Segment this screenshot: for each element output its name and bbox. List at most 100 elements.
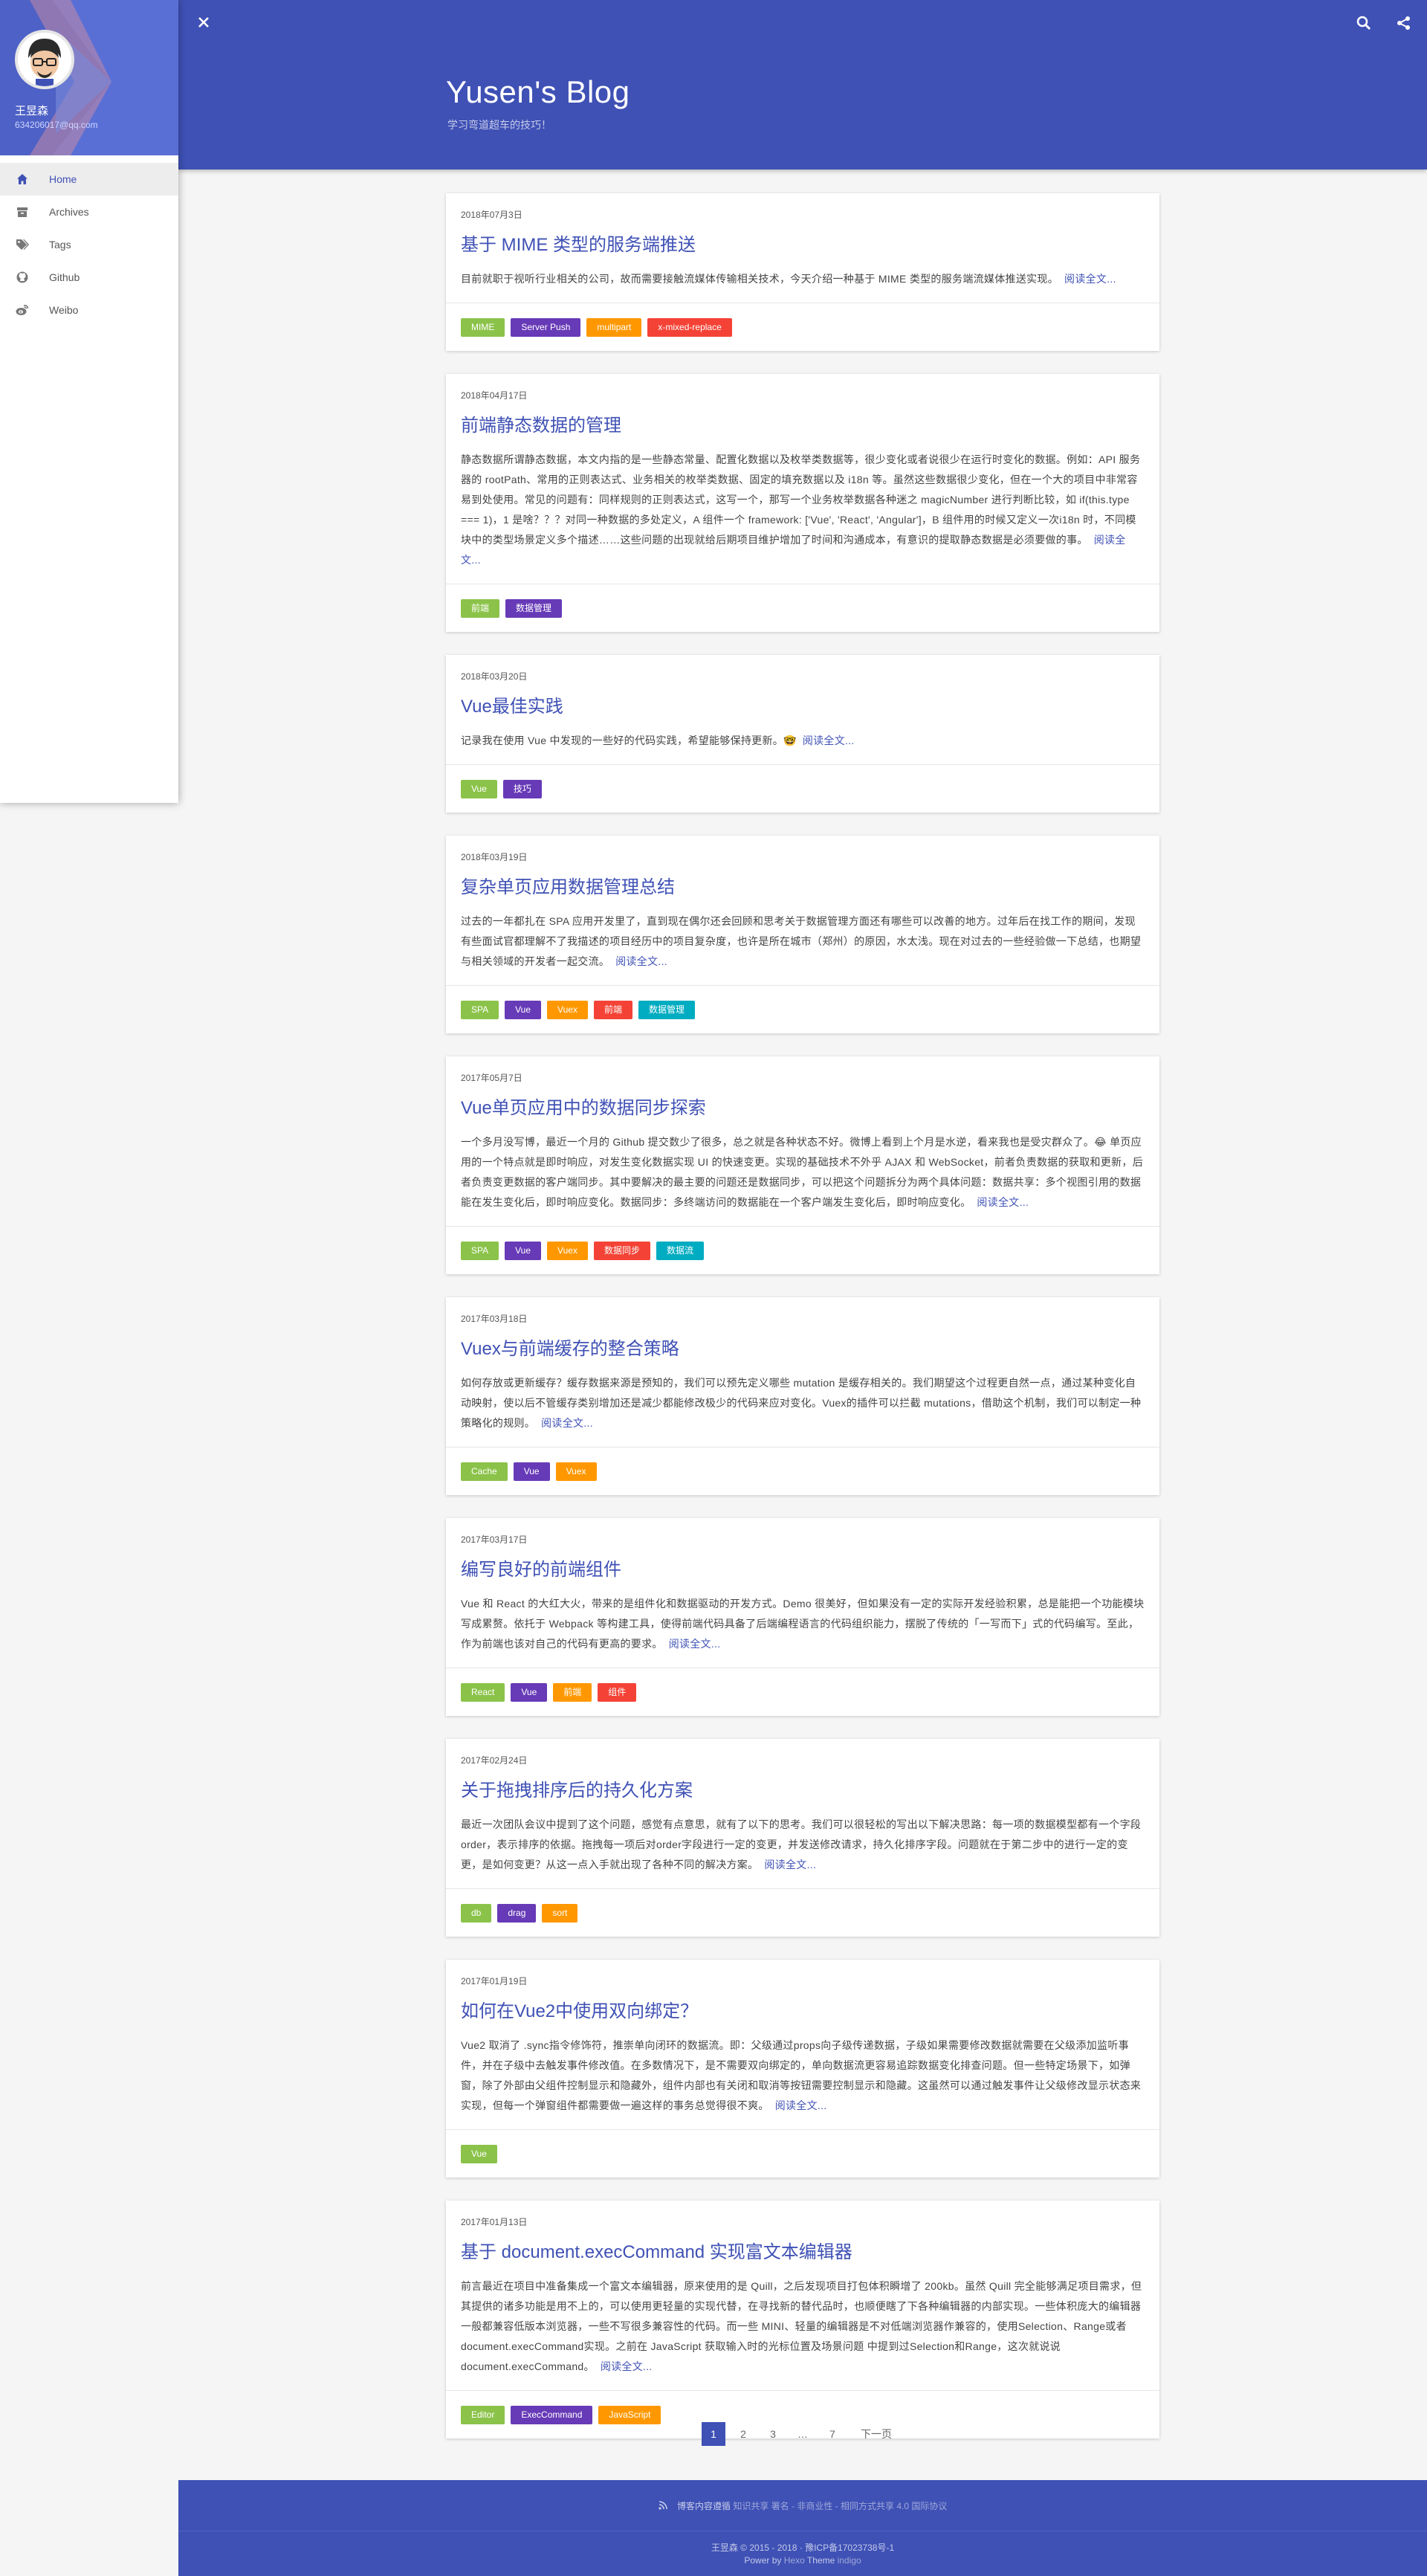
post-date: 2017年03月18日 (461, 1314, 528, 1324)
post-excerpt-text: 一个多月没写博，最近一个月的 Github 提交数少了很多，总之就是各种状态不好… (461, 1136, 1143, 1208)
post-excerpt: 一个多月没写博，最近一个月的 Github 提交数少了很多，总之就是各种状态不好… (461, 1132, 1145, 1213)
post-excerpt-text: 记录我在使用 Vue 中发现的一些好的代码实践，希望能够保持更新。🤓 (461, 735, 797, 746)
sidebar-item-tags[interactable]: Tags (0, 228, 178, 261)
tag-chip[interactable]: 数据流 (656, 1242, 704, 1260)
close-menu-button[interactable] (193, 12, 214, 33)
hexo-link[interactable]: Hexo (784, 2555, 805, 2566)
blog-title: Yusen's Blog (446, 74, 630, 109)
post-title-link[interactable]: Vue最佳实践 (461, 691, 1145, 717)
home-icon (15, 172, 30, 187)
tag-chip[interactable]: drag (497, 1904, 537, 1923)
sidebar-profile: 王昱森 634206017@qq.com (0, 0, 178, 155)
tag-chip[interactable]: Vuex (547, 1242, 588, 1260)
post-body: 2017年03月17日 编写良好的前端组件 Vue 和 React 的大红大火，带来… (446, 1518, 1159, 1668)
profile-email: 634206017@qq.com (15, 120, 98, 130)
sidebar-item-label: Home (49, 173, 77, 185)
sidebar-item-home[interactable]: Home (0, 163, 178, 196)
tag-chip[interactable]: Vuex (555, 1462, 597, 1481)
post-tags: db drag sort (446, 1888, 1159, 1937)
tag-chip[interactable]: SPA (461, 1001, 499, 1019)
tag-chip[interactable]: 技巧 (502, 780, 542, 798)
tag-chip[interactable]: Editor (461, 2406, 505, 2424)
read-more-link[interactable]: 阅读全文... (1064, 273, 1116, 285)
post-title-link[interactable]: 如何在Vue2中使用双向绑定？ (461, 1996, 1145, 2022)
tag-chip[interactable]: multipart (586, 318, 642, 337)
page-ellipsis: … (797, 2428, 808, 2440)
tag-chip[interactable]: 组件 (598, 1683, 637, 1702)
tag-chip[interactable]: sort (542, 1904, 578, 1923)
page-link-3[interactable]: 3 (761, 2422, 785, 2446)
read-more-link[interactable]: 阅读全文... (541, 1417, 593, 1429)
post-title-link[interactable]: 前端静态数据的管理 (461, 410, 1145, 436)
tag-chip[interactable]: 数据同步 (593, 1242, 650, 1260)
tag-chip[interactable]: Vue (505, 1001, 542, 1019)
post-card: 2017年01月13日 基于 document.execCommand 实现富文本… (446, 2201, 1159, 2438)
page-link-7[interactable]: 7 (821, 2422, 844, 2446)
post-title-link[interactable]: Vuex与前端缓存的整合策略 (461, 1334, 1145, 1360)
tag-chip[interactable]: ExecCommand (511, 2406, 593, 2424)
license-link[interactable]: 知识共享 署名 - 非商业性 - 相同方式共享 4.0 国际协议 (733, 2501, 947, 2511)
tag-chip[interactable]: db (461, 1904, 492, 1923)
post-body: 2018年03月20日 Vue最佳实践 记录我在使用 Vue 中发现的一些好的代码实… (446, 655, 1159, 764)
tag-chip[interactable]: React (461, 1683, 505, 1702)
post-excerpt-text: 目前就职于视听行业相关的公司，故而需要接触流媒体传输相关技术，今天介绍一种基于 … (461, 273, 1059, 285)
next-page-link[interactable]: 下一页 (858, 2422, 895, 2446)
theme-link[interactable]: indigo (838, 2555, 861, 2566)
post-card: 2017年03月18日 Vuex与前端缓存的整合策略 如何存放或更新缓存？缓存数据来… (446, 1297, 1159, 1495)
search-button[interactable] (1353, 12, 1375, 34)
tag-chip[interactable]: 前端 (593, 1001, 632, 1019)
pagination: 1 2 3 … 7 下一页 (702, 2422, 895, 2446)
post-body: 2017年01月19日 如何在Vue2中使用双向绑定？ Vue2 取消了 .sync… (446, 1960, 1159, 2129)
tag-chip[interactable]: 数据管理 (638, 1001, 695, 1019)
tag-chip[interactable]: 前端 (553, 1683, 592, 1702)
tag-chip[interactable]: x-mixed-replace (647, 318, 732, 337)
tag-chip[interactable]: 数据管理 (505, 599, 563, 618)
tag-chip[interactable]: Vue (513, 1462, 550, 1481)
post-title-link[interactable]: 关于拖拽排序后的持久化方案 (461, 1775, 1145, 1801)
read-more-link[interactable]: 阅读全文... (977, 1196, 1029, 1208)
post-card: 2018年03月19日 复杂单页应用数据管理总结 过去的一年都扎在 SPA 应用开发… (446, 836, 1159, 1033)
tag-chip[interactable]: Vue (461, 780, 497, 798)
read-more-link[interactable]: 阅读全文... (764, 1859, 816, 1870)
search-icon (1356, 16, 1371, 30)
sidebar-item-github[interactable]: Github (0, 261, 178, 294)
sidebar-item-weibo[interactable]: Weibo (0, 294, 178, 326)
sidebar-item-archives[interactable]: Archives (0, 196, 178, 228)
github-icon (15, 270, 30, 285)
post-title-link[interactable]: 复杂单页应用数据管理总结 (461, 872, 1145, 898)
tag-chip[interactable]: Server Push (511, 318, 581, 337)
tag-chip[interactable]: Vuex (547, 1001, 588, 1019)
post-excerpt: 最近一次团队会议中提到了这个问题，感觉有点意思，就有了以下的思考。我们可以很轻松… (461, 1815, 1145, 1875)
post-excerpt: Vue2 取消了 .sync指令修饰符，推崇单向闭环的数据流。即：父级通过pro… (461, 2036, 1145, 2116)
read-more-link[interactable]: 阅读全文... (775, 2099, 827, 2111)
post-title-link[interactable]: Vue单页应用中的数据同步探索 (461, 1093, 1145, 1119)
profile-name: 王昱森 (15, 105, 49, 117)
tag-chip[interactable]: SPA (461, 1242, 499, 1260)
post-card: 2017年02月24日 关于拖拽排序后的持久化方案 最近一次团队会议中提到了这个问题… (446, 1739, 1159, 1937)
share-button[interactable] (1393, 12, 1415, 34)
tag-chip[interactable]: MIME (461, 318, 505, 337)
tag-chip[interactable]: Cache (461, 1462, 508, 1481)
post-list: 2018年07月3日 基于 MIME 类型的服务端推送 目前就职于视听行业相关的公司… (446, 193, 1159, 2462)
post-title-link[interactable]: 基于 MIME 类型的服务端推送 (461, 230, 1145, 256)
post-title-link[interactable]: 基于 document.execCommand 实现富文本编辑器 (461, 2237, 1145, 2263)
avatar[interactable] (15, 30, 74, 89)
tag-chip[interactable]: JavaScript (598, 2406, 661, 2424)
read-more-link[interactable]: 阅读全文... (601, 2360, 653, 2372)
page-link-2[interactable]: 2 (731, 2422, 755, 2446)
post-excerpt: 过去的一年都扎在 SPA 应用开发里了，直到现在偶尔还会回顾和思考关于数据管理方… (461, 911, 1145, 972)
page-link-1[interactable]: 1 (702, 2422, 725, 2446)
tag-chip[interactable]: Vue (505, 1242, 542, 1260)
tag-chip[interactable]: Vue (461, 2145, 497, 2163)
post-card: 2018年03月20日 Vue最佳实践 记录我在使用 Vue 中发现的一些好的代码实… (446, 655, 1159, 813)
tag-chip[interactable]: 前端 (461, 599, 500, 618)
read-more-link[interactable]: 阅读全文... (615, 955, 667, 967)
tag-chip[interactable]: Vue (511, 1683, 548, 1702)
sidebar-item-label: Tags (49, 239, 71, 251)
close-icon (198, 17, 209, 28)
post-title-link[interactable]: 编写良好的前端组件 (461, 1555, 1145, 1581)
read-more-link[interactable]: 阅读全文... (803, 735, 855, 746)
post-date: 2018年04月17日 (461, 390, 528, 401)
header: Yusen's Blog 学习弯道超车的技巧！ (178, 0, 1427, 170)
read-more-link[interactable]: 阅读全文... (669, 1638, 721, 1650)
